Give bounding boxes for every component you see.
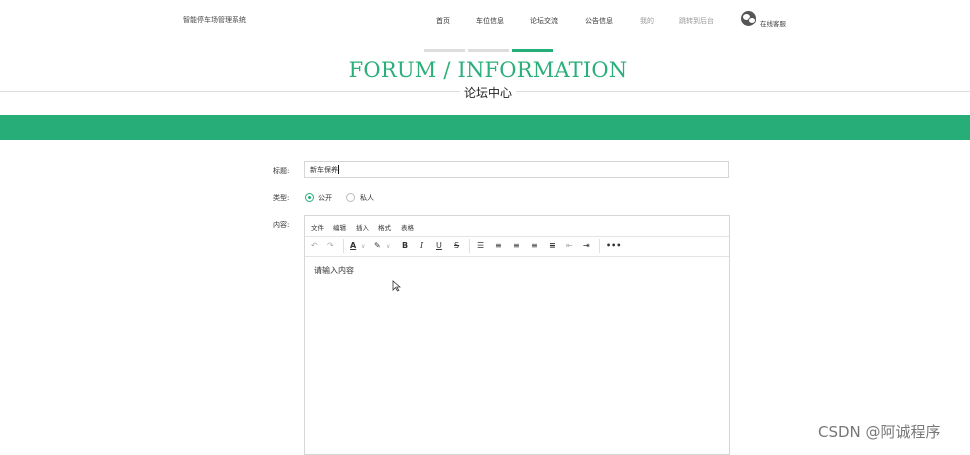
radio-private[interactable] xyxy=(346,193,355,202)
menu-edit[interactable]: 编辑 xyxy=(333,222,346,232)
text-color-icon[interactable]: A xyxy=(350,241,356,251)
online-service-link[interactable]: 在线客服 xyxy=(760,18,786,28)
content-label: 内容: xyxy=(273,221,290,229)
title-input[interactable]: 新车保养 xyxy=(304,161,729,178)
banner-band xyxy=(0,115,970,140)
nav-mine[interactable]: 我的 xyxy=(640,16,654,26)
align-right-icon[interactable]: ≡ xyxy=(531,241,538,251)
page-title-cn-text: 论坛中心 xyxy=(459,86,516,100)
undo-icon[interactable]: ↶ xyxy=(311,241,318,251)
editor-placeholder: 请输入内容 xyxy=(314,266,354,275)
toolbar-separator xyxy=(469,239,470,253)
menu-format[interactable]: 格式 xyxy=(378,222,391,232)
align-center-icon[interactable]: ≡ xyxy=(513,241,520,251)
menu-file[interactable]: 文件 xyxy=(311,222,324,232)
menu-insert[interactable]: 插入 xyxy=(356,222,369,232)
nav-backend[interactable]: 跳转到后台 xyxy=(679,16,714,26)
list-icon[interactable]: ☰ xyxy=(477,241,484,251)
redo-icon[interactable]: ↷ xyxy=(327,241,334,251)
radio-public-label[interactable]: 公开 xyxy=(318,193,332,203)
outdent-icon[interactable]: ⇤ xyxy=(566,241,573,251)
rich-text-editor[interactable]: 文件 编辑 插入 格式 表格 ↶ ↷ A ∨ ✎ ∨ B I U S ☰ ≡ ≡… xyxy=(304,215,730,455)
title-decor-bar-2 xyxy=(468,49,509,52)
bold-icon[interactable]: B xyxy=(402,241,408,251)
align-left-icon[interactable]: ≡ xyxy=(495,241,502,251)
watermark: CSDN @阿诚程序 xyxy=(818,423,941,441)
title-decor-bar-1 xyxy=(424,49,465,52)
indent-icon[interactable]: ⇥ xyxy=(583,241,590,251)
nav-forum[interactable]: 论坛交流 xyxy=(530,16,558,26)
text-caret xyxy=(338,165,339,174)
wechat-icon[interactable] xyxy=(741,11,756,26)
mouse-pointer-icon xyxy=(392,280,401,292)
editor-toolbar: ↶ ↷ A ∨ ✎ ∨ B I U S ☰ ≡ ≡ ≡ ≡ ⇤ ⇥ ••• xyxy=(305,236,729,257)
menu-table[interactable]: 表格 xyxy=(401,222,414,232)
radio-public[interactable] xyxy=(305,193,314,202)
nav-notice[interactable]: 公告信息 xyxy=(585,16,613,26)
title-value: 新车保养 xyxy=(310,166,338,174)
more-icon[interactable]: ••• xyxy=(606,241,621,251)
title-label: 标题: xyxy=(273,167,290,175)
highlight-icon[interactable]: ✎ xyxy=(374,241,381,251)
type-label: 类型: xyxy=(273,194,290,202)
page-title-cn: 论坛中心 xyxy=(0,84,970,101)
justify-icon[interactable]: ≡ xyxy=(549,241,556,251)
underline-icon[interactable]: U xyxy=(436,241,442,251)
toolbar-separator xyxy=(343,239,344,253)
toolbar-separator xyxy=(599,239,600,253)
italic-icon[interactable]: I xyxy=(420,241,423,251)
nav-parking-info[interactable]: 车位信息 xyxy=(476,16,504,26)
highlight-dropdown-icon[interactable]: ∨ xyxy=(386,242,390,252)
page-title-en: FORUM / INFORMATION xyxy=(348,58,628,82)
title-decor-bar-active xyxy=(512,49,553,52)
editor-menubar: 文件 编辑 插入 格式 表格 xyxy=(305,216,729,237)
nav-home[interactable]: 首页 xyxy=(436,16,450,26)
site-name: 智能停车场管理系统 xyxy=(183,16,246,24)
radio-private-label[interactable]: 私人 xyxy=(360,193,374,203)
strikethrough-icon[interactable]: S xyxy=(454,241,459,251)
text-color-dropdown-icon[interactable]: ∨ xyxy=(361,242,365,252)
